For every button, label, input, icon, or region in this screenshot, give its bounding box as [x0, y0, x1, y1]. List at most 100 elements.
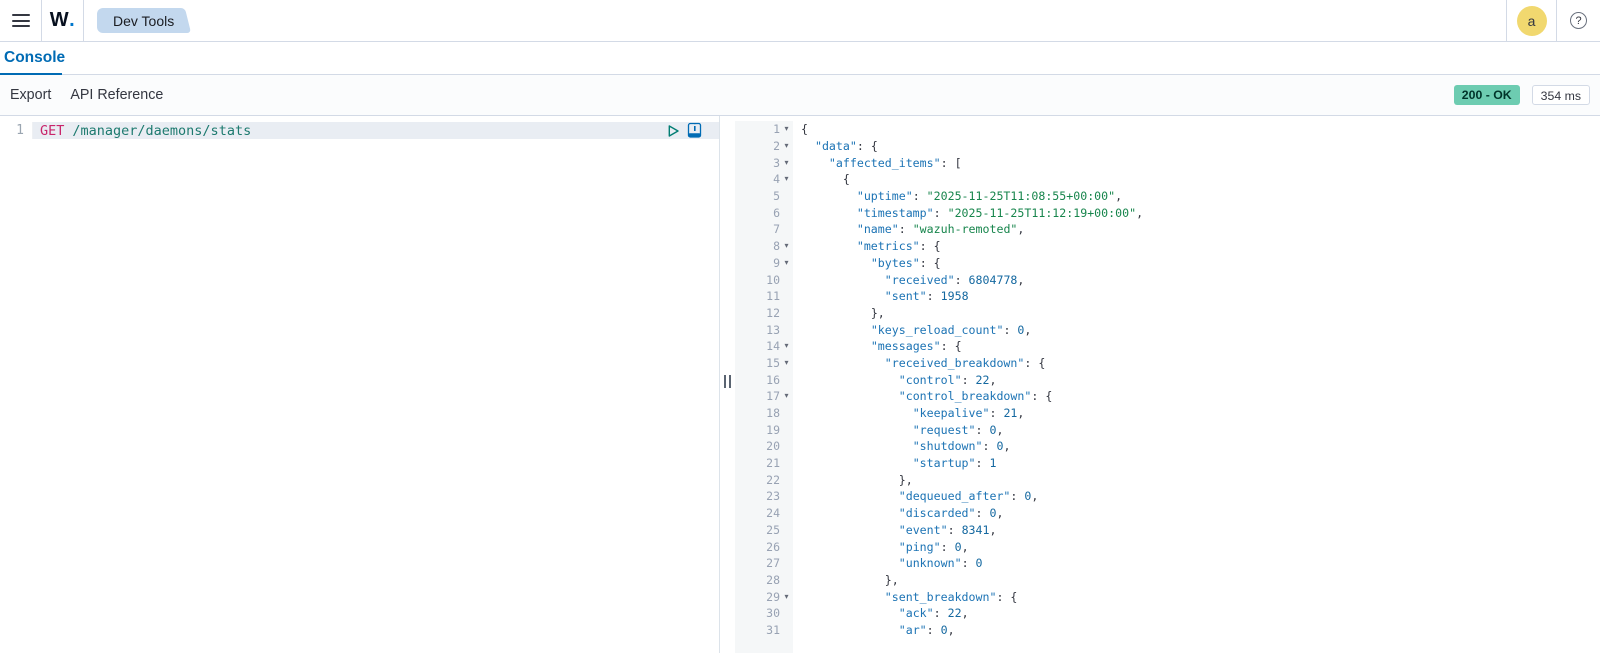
- json-key: "keys_reload_count": [870, 322, 1004, 337]
- response-line-gutter: 31: [735, 622, 793, 639]
- response-line: "ack": 22,: [801, 605, 1600, 622]
- fold-arrow-icon[interactable]: ▾: [780, 142, 793, 150]
- line-number: 17: [766, 389, 780, 404]
- response-line: "messages": {: [801, 338, 1600, 355]
- response-line: "keepalive": 21,: [801, 405, 1600, 422]
- menu-button[interactable]: [0, 0, 41, 41]
- response-line: "shutdown": 0,: [801, 438, 1600, 455]
- request-line-number: 1: [0, 122, 33, 139]
- json-punct: :: [947, 522, 962, 537]
- fold-arrow-icon[interactable]: ▾: [780, 592, 793, 601]
- request-method: GET: [40, 122, 65, 139]
- json-punct: :: [975, 422, 990, 437]
- line-number: 19: [766, 422, 780, 437]
- line-number: 10: [766, 272, 780, 287]
- json-number: 21: [1003, 406, 1018, 421]
- json-key: "shutdown": [912, 439, 983, 454]
- logo-letter: W: [49, 9, 70, 31]
- response-line: "name": "wazuh-remoted",: [801, 221, 1600, 238]
- line-number: 3: [773, 155, 780, 170]
- line-number: 23: [766, 489, 780, 504]
- response-line: {: [801, 171, 1600, 188]
- json-punct: :: [961, 556, 976, 571]
- help-button[interactable]: ?: [1557, 0, 1600, 41]
- line-number: 1: [773, 122, 780, 137]
- json-key: "messages": [870, 339, 941, 354]
- json-punct: ,: [1136, 205, 1144, 220]
- response-line: "dequeued_after": 0,: [801, 488, 1600, 505]
- app-header: W. Dev Tools a ?: [0, 0, 1600, 42]
- user-menu-button[interactable]: a: [1507, 0, 1556, 41]
- response-line-gutter: 16: [735, 371, 793, 388]
- request-input[interactable]: GET /manager/daemons/stats: [33, 122, 719, 139]
- json-punct: ,: [1024, 322, 1032, 337]
- response-line-gutter: 19: [735, 421, 793, 438]
- fold-arrow-icon[interactable]: ▾: [780, 242, 793, 250]
- json-punct: : {: [919, 255, 941, 270]
- json-key: "name": [856, 222, 899, 237]
- response-line-gutter: 5: [735, 188, 793, 205]
- tab-console[interactable]: Console: [0, 42, 71, 75]
- header-divider: [83, 0, 84, 41]
- dev-tools-tab[interactable]: Dev Tools: [97, 8, 181, 33]
- response-line: "received_breakdown": {: [801, 355, 1600, 372]
- json-punct: :: [1003, 322, 1018, 337]
- documentation-icon[interactable]: [686, 122, 703, 139]
- json-number: 22: [947, 606, 962, 621]
- line-number: 21: [766, 456, 780, 471]
- json-string: "wazuh-remoted": [912, 222, 1018, 237]
- fold-arrow-icon[interactable]: ▾: [780, 258, 793, 267]
- json-punct: : [: [940, 155, 962, 170]
- json-number: 6804778: [968, 272, 1018, 287]
- fold-arrow-icon[interactable]: ▾: [780, 158, 793, 167]
- json-number: 0: [940, 622, 948, 637]
- json-key: "data": [814, 139, 857, 154]
- json-string: "2025-11-25T11:12:19+00:00": [947, 205, 1137, 220]
- response-time-badge: 354 ms: [1531, 85, 1590, 105]
- request-editor[interactable]: 1 GET /manager/daemons/stats: [0, 116, 720, 653]
- api-reference-button[interactable]: API Reference: [70, 87, 163, 103]
- json-number: 0: [1024, 489, 1032, 504]
- json-key: "startup": [912, 456, 976, 471]
- json-punct: : {: [996, 589, 1018, 604]
- response-line-gutter: 25: [735, 522, 793, 539]
- fold-arrow-icon[interactable]: ▾: [780, 175, 793, 183]
- json-number: 0: [989, 506, 997, 521]
- json-punct: ,: [961, 539, 969, 554]
- line-number: 9: [773, 255, 780, 270]
- json-key: "dequeued_after": [898, 489, 1011, 504]
- json-punct: :: [982, 439, 997, 454]
- resizer-handle-icon[interactable]: [724, 375, 731, 388]
- tab-console-label: Console: [4, 49, 66, 66]
- json-punct: :: [975, 506, 990, 521]
- avatar: a: [1516, 5, 1547, 36]
- line-number: 8: [773, 239, 780, 254]
- panel-splitter: [720, 116, 735, 653]
- response-viewer[interactable]: 1 ▾ 2 ▾ 3 ▾ 4 ▾ 5 6 7 8 ▾ 9 ▾ 10 11 12 13 14 ▾ 15 ▾ 16 17 ▾ 18 19 20…: [735, 116, 1600, 653]
- fold-arrow-icon[interactable]: ▾: [780, 125, 793, 133]
- response-line: "bytes": {: [801, 255, 1600, 272]
- response-line-gutter: 4 ▾: [735, 171, 793, 188]
- send-request-play-icon[interactable]: [665, 123, 681, 139]
- response-line-gutter: 2 ▾: [735, 138, 793, 155]
- fold-arrow-icon[interactable]: ▾: [780, 358, 793, 367]
- fold-arrow-icon[interactable]: ▾: [780, 392, 793, 400]
- response-line-gutter: 13: [735, 321, 793, 338]
- dev-tools-tab-label: Dev Tools: [113, 12, 175, 29]
- json-punct: {: [801, 122, 808, 137]
- json-punct: ,: [1017, 272, 1025, 287]
- response-line: "data": {: [801, 138, 1600, 155]
- response-line: "startup": 1: [801, 455, 1600, 472]
- json-punct: :: [954, 272, 969, 287]
- export-button[interactable]: Export: [10, 87, 51, 103]
- json-punct: : {: [940, 339, 962, 354]
- json-number: 0: [996, 439, 1004, 454]
- json-key: "uptime": [856, 189, 913, 204]
- json-key: "keepalive": [912, 406, 990, 421]
- json-key: "sent_breakdown": [884, 589, 997, 604]
- fold-arrow-icon[interactable]: ▾: [780, 342, 793, 350]
- help-icon: ?: [1570, 12, 1587, 29]
- line-number: 18: [766, 406, 780, 421]
- wazuh-logo[interactable]: W.: [42, 0, 83, 41]
- line-number: 5: [773, 189, 780, 204]
